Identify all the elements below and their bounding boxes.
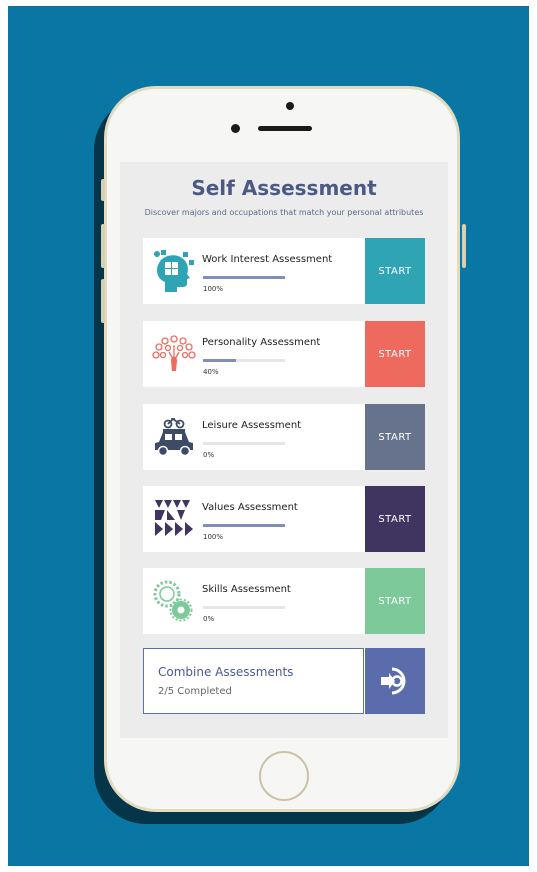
progress-bar-fill [203, 276, 285, 279]
start-button-personality[interactable]: START [365, 321, 425, 387]
peacock-icon [151, 331, 197, 377]
progress-bar-fill [203, 524, 285, 527]
head-puzzle-icon [151, 248, 197, 294]
progress-bar [203, 606, 285, 609]
volume-down-button [101, 279, 105, 323]
arrows-pattern-icon [151, 496, 197, 542]
phone-frame: Self Assessment Discover majors and occu… [101, 86, 466, 812]
front-camera [231, 124, 240, 133]
assessment-name: Leisure Assessment [202, 420, 302, 431]
car-bike-icon [151, 414, 197, 460]
assessment-card-work-interest: Work Interest Assessment 100% START [143, 238, 425, 304]
assessment-name: Skills Assessment [202, 584, 291, 595]
mute-switch [101, 179, 105, 201]
start-button-values[interactable]: START [365, 486, 425, 552]
progress-label: 0% [203, 451, 215, 459]
earpiece-speaker [258, 126, 312, 131]
progress-bar [203, 276, 285, 279]
combine-info[interactable]: Combine Assessments 2/5 Completed [143, 648, 364, 714]
combine-title: Combine Assessments [158, 665, 294, 679]
page-title: Self Assessment [191, 176, 377, 200]
assessment-card-leisure: Leisure Assessment 0% START [143, 404, 425, 470]
page-subtitle: Discover majors and occupations that mat… [144, 208, 424, 217]
progress-label: 100% [203, 285, 224, 293]
proximity-sensor [286, 102, 294, 110]
combine-button[interactable] [365, 648, 425, 714]
progress-label: 0% [203, 615, 215, 623]
assessment-card-personality: Personality Assessment 40% START [143, 321, 425, 387]
app-screen: Self Assessment Discover majors and occu… [120, 162, 448, 738]
assessment-card-skills: Skills Assessment 0% START [143, 568, 425, 634]
start-button-skills[interactable]: START [365, 568, 425, 634]
start-button-work-interest[interactable]: START [365, 238, 425, 304]
start-button-leisure[interactable]: START [365, 404, 425, 470]
progress-label: 40% [203, 368, 219, 376]
assessment-name: Values Assessment [202, 502, 298, 513]
assessment-card-values: Values Assessment 100% START [143, 486, 425, 552]
progress-bar [203, 524, 285, 527]
assessment-name: Work Interest Assessment [202, 254, 333, 265]
home-button[interactable] [259, 751, 309, 801]
power-button [462, 224, 466, 268]
progress-bar-fill [203, 359, 236, 362]
volume-up-button [101, 224, 105, 268]
progress-label: 100% [203, 533, 224, 541]
progress-bar [203, 359, 285, 362]
gears-icon [151, 578, 197, 624]
progress-bar [203, 442, 285, 445]
combine-status: 2/5 Completed [158, 686, 232, 697]
combine-assessments-card[interactable]: Combine Assessments 2/5 Completed [143, 648, 425, 714]
assessment-name: Personality Assessment [202, 337, 321, 348]
combine-arrow-icon [381, 667, 406, 695]
